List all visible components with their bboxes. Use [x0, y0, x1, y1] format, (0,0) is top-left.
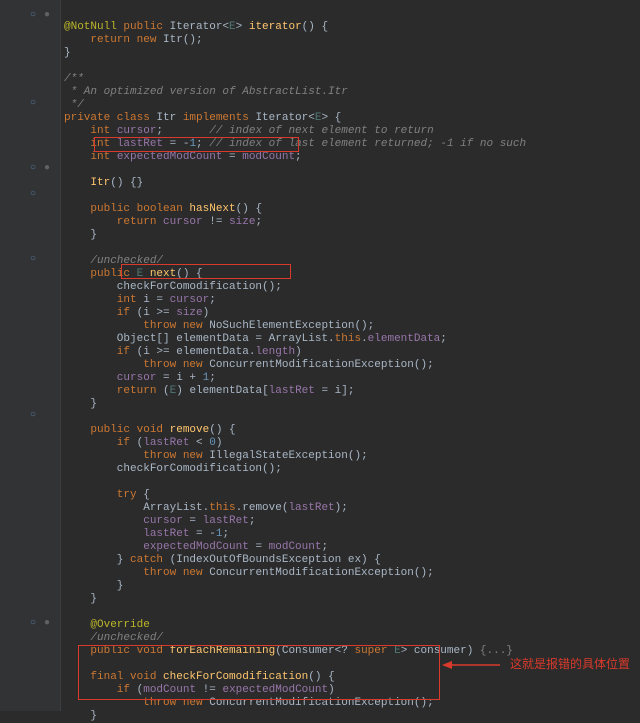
code-editor-content[interactable]: @NotNull public Iterator<E> iterator() {… — [64, 8, 526, 723]
code-line: /** — [64, 73, 84, 85]
gutter-override-icon[interactable]: ○ — [28, 410, 38, 421]
code-line: } — [64, 398, 97, 410]
code-line: final void checkForComodification() { — [64, 671, 335, 683]
code-line: @NotNull public Iterator<E> iterator() { — [64, 21, 328, 33]
code-line: throw new ConcurrentModificationExceptio… — [64, 567, 434, 579]
code-line: throw new NoSuchElementException(); — [64, 320, 374, 332]
code-line: checkForComodification(); — [64, 281, 282, 293]
code-line: return (E) elementData[lastRet = i]; — [64, 385, 355, 397]
code-line: */ — [64, 99, 84, 111]
code-line: } — [64, 580, 123, 592]
code-line: int expectedModCount = modCount; — [64, 151, 302, 163]
gutter-override-icon[interactable]: ○ — [28, 189, 38, 200]
code-line: } catch (IndexOutOfBoundsException ex) { — [64, 554, 381, 566]
code-line: throw new ConcurrentModificationExceptio… — [64, 359, 434, 371]
code-line: throw new IllegalStateException(); — [64, 450, 368, 462]
code-line: /unchecked/ — [64, 632, 163, 644]
code-line: Itr() {} — [64, 177, 143, 189]
code-line: @Override — [64, 619, 150, 631]
code-line: throw new ConcurrentModificationExceptio… — [64, 697, 434, 709]
code-line: } — [64, 47, 71, 59]
code-line: /unchecked/ — [64, 255, 163, 267]
gutter-override-icon[interactable]: ○ — [28, 618, 38, 629]
gutter-override-icon[interactable]: ○ — [28, 10, 38, 21]
code-line: if (i >= elementData.length) — [64, 346, 302, 358]
code-line: } — [64, 229, 97, 241]
gutter-override-icon[interactable]: ○ — [28, 254, 38, 265]
code-line: int cursor; // index of next element to … — [64, 125, 434, 137]
code-line: int lastRet = -1; // index of last eleme… — [64, 138, 526, 150]
code-line: } — [64, 710, 97, 722]
code-line: private class Itr implements Iterator<E>… — [64, 112, 341, 124]
gutter-override-icon[interactable]: ○ — [28, 98, 38, 109]
code-line: public E next() { — [64, 268, 203, 280]
gutter-breakpoint-icon[interactable]: ● — [42, 618, 52, 629]
code-line: int i = cursor; — [64, 294, 216, 306]
code-line: } — [64, 593, 97, 605]
code-line: return new Itr(); — [64, 34, 203, 46]
annotation-text: 这就是报错的具体位置 — [510, 655, 630, 672]
code-line: cursor = i + 1; — [64, 372, 216, 384]
code-line: checkForComodification(); — [64, 463, 282, 475]
code-line: * An optimized version of AbstractList.I… — [64, 86, 348, 98]
code-line: public void remove() { — [64, 424, 236, 436]
code-line: lastRet = -1; — [64, 528, 229, 540]
gutter-breakpoint-icon[interactable]: ● — [42, 163, 52, 174]
code-line: if (i >= size) — [64, 307, 209, 319]
code-line: expectedModCount = modCount; — [64, 541, 328, 553]
code-line: if (lastRet < 0) — [64, 437, 222, 449]
code-line: try { — [64, 489, 150, 501]
editor-gutter: ○ ● ○ ● ○ ○ ○ ○ ○ ● — [0, 0, 61, 711]
code-line: Object[] elementData = ArrayList.this.el… — [64, 333, 447, 345]
gutter-breakpoint-icon[interactable]: ● — [42, 10, 52, 21]
gutter-override-icon[interactable]: ○ — [28, 163, 38, 174]
code-line: cursor = lastRet; — [64, 515, 255, 527]
code-line: ArrayList.this.remove(lastRet); — [64, 502, 348, 514]
code-line: if (modCount != expectedModCount) — [64, 684, 335, 696]
code-line: return cursor != size; — [64, 216, 262, 228]
annotation-arrow-icon — [442, 655, 502, 675]
code-line: public boolean hasNext() { — [64, 203, 262, 215]
